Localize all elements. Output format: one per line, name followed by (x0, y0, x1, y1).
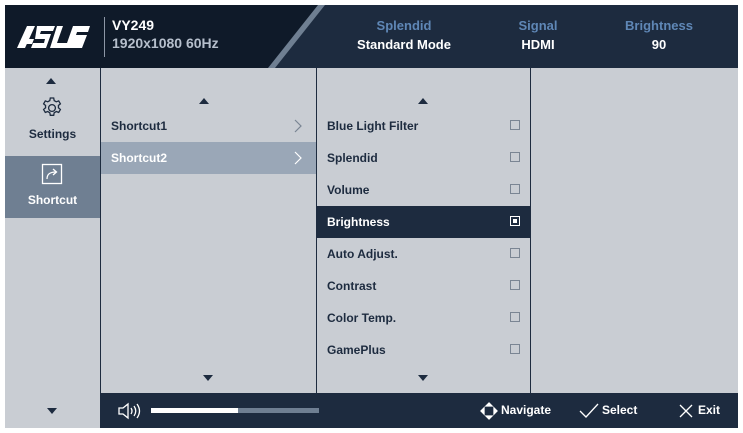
function-item-color-temp[interactable]: Color Temp. (317, 302, 530, 334)
navigate-icon (480, 402, 498, 420)
scroll-down-icon[interactable] (418, 375, 428, 381)
checkbox[interactable] (510, 248, 520, 258)
sidebar-item-settings[interactable]: Settings (5, 90, 100, 152)
hint-label: Select (602, 403, 638, 417)
submenu-item-shortcut2[interactable]: Shortcut2 (101, 142, 316, 174)
checkbox-checked[interactable] (510, 216, 520, 226)
stat-value: HDMI (521, 37, 555, 52)
osd-menu: VY249 1920x1080 60Hz Splendid Standard M… (5, 5, 738, 428)
function-item-label: Volume (327, 183, 370, 197)
function-item-gameplus[interactable]: GamePlus (317, 334, 530, 366)
footer-nav-area (5, 393, 101, 428)
function-item-label: Blue Light Filter (327, 119, 419, 133)
detail-panel (531, 68, 738, 393)
stat-label: Brightness (625, 18, 693, 33)
scroll-down-icon[interactable] (47, 408, 57, 414)
speaker-icon (118, 402, 141, 420)
submenu-item-label: Shortcut2 (111, 151, 168, 165)
function-item-blue-light-filter[interactable]: Blue Light Filter (317, 110, 530, 142)
volume-bar-fill (151, 408, 239, 413)
shortcut-arrow-icon (41, 163, 63, 185)
scroll-up-icon[interactable] (46, 78, 56, 84)
function-item-label: Brightness (327, 215, 390, 229)
function-item-label: GamePlus (327, 343, 386, 357)
function-item-label: Color Temp. (327, 311, 397, 325)
stat-value: Standard Mode (357, 37, 451, 52)
function-item-splendid[interactable]: Splendid (317, 142, 530, 174)
hint-select: Select (579, 393, 649, 428)
hint-exit: Exit (679, 393, 734, 428)
function-item-label: Contrast (327, 279, 377, 293)
header-bar: VY249 1920x1080 60Hz Splendid Standard M… (5, 5, 738, 68)
sidebar-item-shortcut[interactable]: Shortcut (5, 156, 100, 218)
function-list: Blue Light Filter Splendid Volume Bright… (317, 68, 531, 393)
stat-label: Splendid (376, 18, 432, 33)
scroll-up-icon[interactable] (199, 98, 209, 104)
function-item-label: Splendid (327, 151, 378, 165)
function-item-label: Auto Adjust. (327, 247, 398, 261)
function-item-contrast[interactable]: Contrast (317, 270, 530, 302)
stat-splendid: Splendid Standard Mode (344, 18, 464, 54)
checkbox[interactable] (510, 344, 520, 354)
volume-bar[interactable] (151, 408, 319, 413)
scroll-up-icon[interactable] (418, 98, 428, 104)
submenu-item-shortcut1[interactable]: Shortcut1 (101, 110, 316, 142)
function-item-brightness[interactable]: Brightness (317, 206, 530, 238)
function-item-auto-adjust[interactable]: Auto Adjust. (317, 238, 530, 270)
stat-value: 90 (651, 37, 667, 52)
resolution-readout: 1920x1080 60Hz (112, 35, 219, 51)
checkbox[interactable] (510, 312, 520, 322)
header-accent-stripe (268, 5, 325, 68)
checkbox[interactable] (510, 152, 520, 162)
footer-bar: Navigate Select Exit (5, 393, 738, 428)
gear-icon (42, 97, 62, 116)
stat-signal: Signal HDMI (478, 18, 598, 54)
shortcut-submenu: Shortcut1 Shortcut2 (101, 68, 317, 393)
submenu-item-label: Shortcut1 (111, 119, 168, 133)
checkmark-icon (579, 403, 599, 418)
asus-logo (17, 26, 90, 48)
stat-label: Signal (518, 18, 558, 33)
hint-label: Exit (698, 403, 721, 417)
checkbox[interactable] (510, 280, 520, 290)
hint-navigate: Navigate (480, 393, 560, 428)
close-icon (679, 404, 693, 418)
main-menu-sidebar: Settings Shortcut (5, 68, 101, 393)
sidebar-item-label: Settings (28, 127, 77, 141)
checkbox[interactable] (510, 184, 520, 194)
scroll-down-icon[interactable] (203, 375, 213, 381)
function-item-volume[interactable]: Volume (317, 174, 530, 206)
chevron-right-icon (294, 151, 302, 165)
monitor-model: VY249 (112, 17, 155, 33)
stat-brightness: Brightness 90 (599, 18, 719, 54)
hint-label: Navigate (501, 403, 552, 417)
chevron-right-icon (294, 119, 302, 133)
checkbox[interactable] (510, 120, 520, 130)
sidebar-item-label: Shortcut (27, 193, 78, 207)
